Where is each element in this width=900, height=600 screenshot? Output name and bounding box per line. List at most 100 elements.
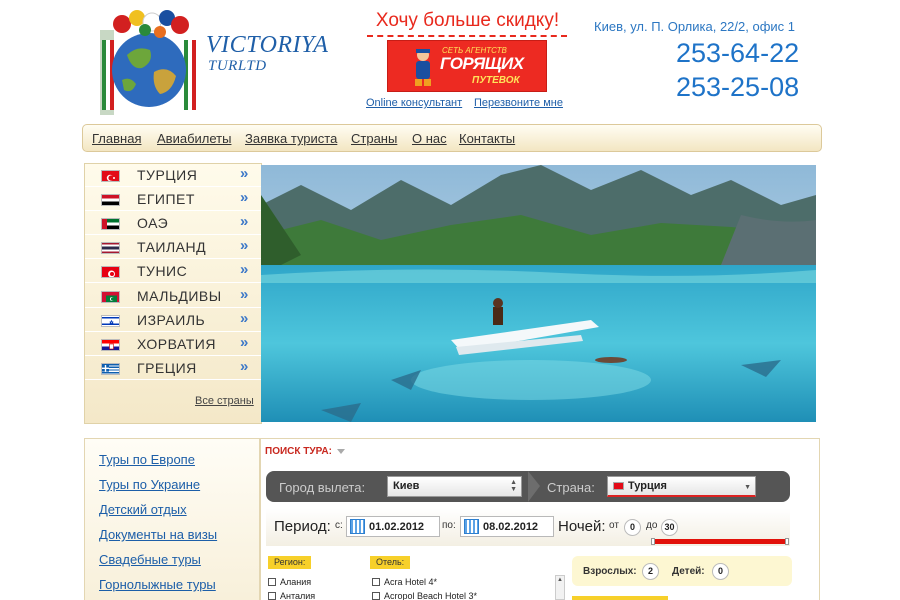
turkey-flag-icon [101, 170, 120, 182]
arrow-right-icon: » [240, 310, 249, 327]
departure-city-select[interactable]: Киев ▲ ▼ [387, 476, 522, 497]
turkey-flag-icon [613, 482, 624, 490]
country-item-egypt[interactable]: ЕГИПЕТ » [85, 188, 261, 211]
maldives-flag-icon [101, 291, 120, 303]
arrow-right-icon: » [240, 237, 249, 254]
select-arrows-icon: ▲ ▼ [510, 479, 517, 493]
slider-max-handle[interactable] [785, 538, 789, 545]
ski-tours-link[interactable]: Горнолыжные туры [99, 577, 216, 592]
country-name: ТАИЛАНД [137, 239, 207, 255]
arrow-right-icon: » [240, 165, 249, 182]
countries-menu: ТУРЦИЯ » ЕГИПЕТ » ОАЭ » ТАИЛАНД » ТУНИС … [84, 163, 262, 424]
all-countries-link[interactable]: Все страны [195, 395, 254, 407]
arrow-right-icon: » [240, 334, 249, 351]
nights-to-value[interactable]: 30 [661, 519, 678, 536]
region-item[interactable]: Анталия [268, 591, 315, 600]
office-address: Киев, ул. П. Орлика, 22/2, офис 1 [594, 19, 796, 34]
arrow-right-icon: » [240, 261, 249, 278]
kids-holidays-link[interactable]: Детский отдых [99, 502, 187, 517]
country-name: ИЗРАИЛЬ [137, 312, 206, 328]
globe-logo-icon[interactable] [92, 10, 207, 115]
tours-europe-link[interactable]: Туры по Европе [99, 452, 195, 467]
country-name: ХОРВАТИЯ [137, 336, 216, 352]
nav-flights[interactable]: Авиабилеты [157, 131, 231, 146]
collapse-triangle-icon[interactable] [337, 449, 345, 454]
hotel-list-scrollbar[interactable]: ▲ [555, 575, 565, 600]
nav-about[interactable]: О нас [412, 131, 447, 146]
checkbox[interactable] [268, 592, 276, 600]
hotel-item[interactable]: Acra Hotel 4* [372, 577, 437, 587]
promo-divider [367, 35, 567, 37]
nights-to-label: до [646, 520, 658, 531]
hotel-item[interactable]: Acropol Beach Hotel 3* [372, 591, 477, 600]
country-name: ГРЕЦИЯ [137, 360, 197, 376]
arrow-right-icon: » [240, 358, 249, 375]
calendar-icon[interactable] [350, 519, 365, 534]
nav-home[interactable]: Главная [92, 131, 141, 146]
croatia-flag-icon [101, 339, 120, 351]
visa-documents-link[interactable]: Документы на визы [99, 527, 217, 542]
country-item-greece[interactable]: ГРЕЦИЯ » [85, 357, 261, 380]
country-item-turkey[interactable]: ТУРЦИЯ » [85, 164, 261, 187]
nights-from-label: от [609, 520, 619, 531]
region-label: Регион: [268, 556, 312, 569]
wedding-tours-link[interactable]: Свадебные туры [99, 552, 201, 567]
phone-number-2: 253-25-08 [676, 72, 800, 102]
nights-range-slider[interactable] [651, 538, 789, 545]
israel-flag-icon [101, 315, 120, 327]
tunisia-flag-icon [101, 266, 120, 278]
uae-flag-icon [101, 218, 120, 230]
country-name: ЕГИПЕТ [137, 191, 195, 207]
arrow-right-icon: » [240, 189, 249, 206]
country-select[interactable]: Турция ▼ [607, 476, 756, 497]
country-item-israel[interactable]: ИЗРАИЛЬ » [85, 309, 261, 332]
nav-contacts[interactable]: Контакты [459, 131, 515, 146]
greece-flag-icon [101, 363, 120, 375]
banner-big-text: ГОРЯЩИХ [440, 54, 524, 73]
country-item-croatia[interactable]: ХОРВАТИЯ » [85, 333, 261, 356]
scroll-up-icon[interactable]: ▲ [557, 577, 563, 583]
egypt-flag-icon [101, 194, 120, 206]
hot-tours-banner[interactable]: СЕТЬ АГЕНТСТВ ГОРЯЩИХ ПУТЕВОК [387, 40, 547, 92]
callback-link[interactable]: Перезвоните мне [474, 97, 563, 109]
period-label: Период: [274, 518, 331, 535]
nav-countries[interactable]: Страны [351, 131, 397, 146]
adults-label: Взрослых: [583, 566, 637, 577]
country-item-uae[interactable]: ОАЭ » [85, 212, 261, 235]
checkbox[interactable] [372, 578, 380, 586]
children-count[interactable]: 0 [712, 563, 729, 580]
discount-promo-title[interactable]: Хочу больше скидку! [365, 10, 570, 32]
chevron-down-icon: ▼ [744, 484, 751, 491]
nights-from-value[interactable]: 0 [624, 519, 641, 536]
page: VICTORIYA TURLTD Хочу больше скидку! СЕТ… [0, 0, 900, 600]
departure-value: Киев [393, 480, 420, 492]
country-label: Страна: [547, 480, 595, 495]
country-item-thailand[interactable]: ТАИЛАНД » [85, 236, 261, 259]
country-item-tunisia[interactable]: ТУНИС » [85, 260, 261, 283]
date-from-field[interactable]: 01.02.2012 [346, 516, 440, 537]
online-consultant-link[interactable]: Online консультант [366, 97, 462, 109]
thailand-flag-icon [101, 242, 120, 254]
country-name: ОАЭ [137, 215, 169, 231]
date-to-field[interactable]: 08.02.2012 [460, 516, 554, 537]
tours-ukraine-link[interactable]: Туры по Украине [99, 477, 200, 492]
nav-tourist-request[interactable]: Заявка туриста [245, 131, 337, 146]
country-item-maldives[interactable]: МАЛЬДИВЫ » [85, 285, 261, 308]
phone-number-1: 253-64-22 [676, 38, 800, 68]
adults-count[interactable]: 2 [642, 563, 659, 580]
hotel-label: Отель: [370, 556, 411, 569]
tours-menu: Туры по Европе Туры по Украине Детский о… [84, 438, 260, 600]
hero-lagoon-image [261, 165, 816, 422]
arrow-right-icon: » [240, 286, 249, 303]
date-from-label: с: [335, 520, 343, 531]
checkbox[interactable] [372, 592, 380, 600]
departure-label: Город вылета: [279, 480, 366, 495]
tourists-accent-strip [572, 596, 668, 600]
region-item[interactable]: Алания [268, 577, 311, 587]
calendar-icon[interactable] [464, 519, 479, 534]
brand-subtitle: TURLTD [208, 58, 267, 74]
checkbox[interactable] [268, 578, 276, 586]
search-title[interactable]: ПОИСК ТУРА: [265, 446, 332, 457]
country-value: Турция [628, 480, 667, 492]
slider-min-handle[interactable] [651, 538, 655, 545]
